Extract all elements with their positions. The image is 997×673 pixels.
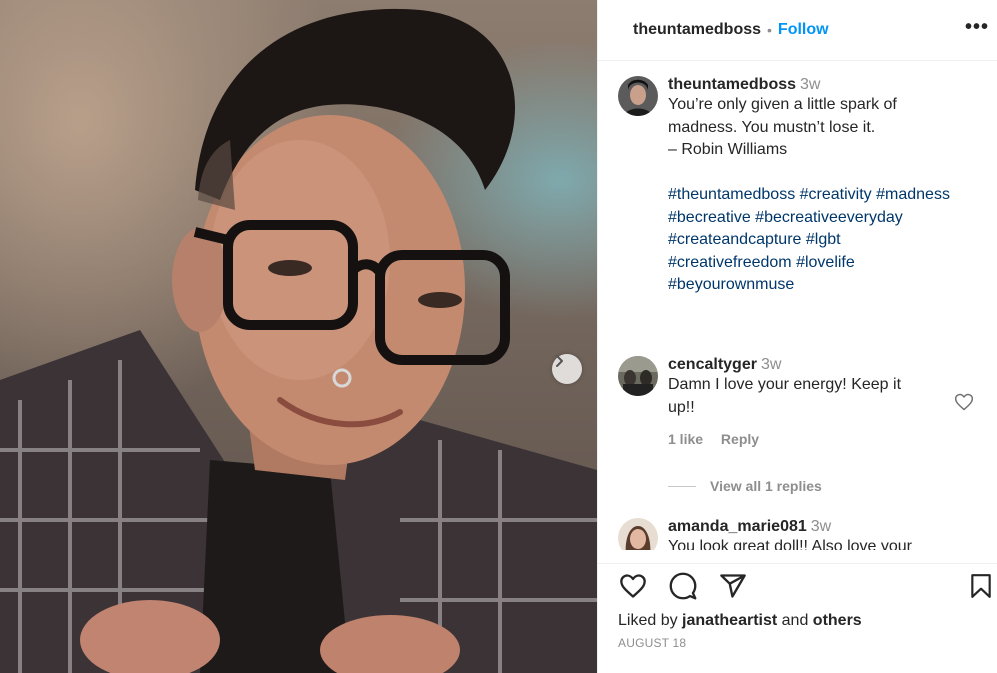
- caption-time: 3w: [800, 76, 821, 93]
- comment-author[interactable]: amanda_marie081: [668, 518, 807, 535]
- replies-divider: [668, 485, 696, 487]
- liked-by-others[interactable]: others: [813, 612, 862, 629]
- caption-line: madness. You mustn’t lose it.: [668, 118, 876, 136]
- comment-icon[interactable]: [669, 572, 697, 605]
- comment-like-heart-icon[interactable]: [954, 392, 974, 417]
- liked-by-and: and: [781, 612, 809, 629]
- action-bar: [598, 563, 997, 607]
- comment-text: Damn I love your energy! Keep it up!!: [668, 374, 938, 419]
- avatar[interactable]: [618, 518, 658, 550]
- avatar[interactable]: [618, 76, 658, 116]
- heart-icon[interactable]: [618, 572, 648, 605]
- liked-by: Liked by janatheartist and others: [618, 612, 862, 630]
- post-date[interactable]: AUGUST 18: [618, 636, 686, 650]
- view-replies-label: View all 1 replies: [710, 478, 822, 494]
- hashtag-line[interactable]: #becreative #becreativeeveryday: [668, 207, 988, 230]
- comment-line: You look great doll!! Also love your: [668, 538, 913, 550]
- hashtag-line[interactable]: #createandcapture #lgbt: [668, 229, 988, 252]
- more-options-icon[interactable]: •••: [965, 16, 989, 39]
- comment-line: up!!: [668, 398, 695, 416]
- bookmark-icon[interactable]: [968, 572, 994, 605]
- comment-line: Damn I love your energy! Keep it: [668, 376, 902, 393]
- comments-list[interactable]: theuntamedboss 3w You’re only given a lit…: [598, 62, 997, 550]
- carousel-next-button[interactable]: [552, 354, 582, 384]
- portrait-illustration: [0, 8, 597, 673]
- comment-time: 3w: [760, 356, 782, 373]
- author-username[interactable]: theuntamedboss: [633, 21, 761, 39]
- liked-by-user[interactable]: janatheartist: [682, 612, 777, 629]
- hashtag-line[interactable]: #creativefreedom #lovelife: [668, 252, 988, 275]
- comment-likes-count[interactable]: 1 like: [668, 431, 703, 447]
- comment-time: 3w: [810, 518, 832, 535]
- hashtag-line[interactable]: #theuntamedboss #creativity #madness: [668, 184, 988, 207]
- follow-button[interactable]: Follow: [778, 21, 829, 39]
- caption-text: You’re only given a little spark of madn…: [668, 94, 988, 297]
- hashtag-line[interactable]: #beyourownmuse: [668, 274, 988, 297]
- caption-author[interactable]: theuntamedboss: [668, 76, 796, 93]
- caption-line: – Robin Williams: [668, 141, 788, 158]
- caption-line: You’re only given a little spark of: [668, 96, 897, 113]
- liked-by-prefix: Liked by: [618, 612, 678, 629]
- caption: theuntamedboss 3w You’re only given a lit…: [668, 76, 988, 297]
- post-header: theuntamedboss • Follow •••: [598, 0, 997, 61]
- comment-text: You look great doll!! Also love your: [668, 536, 968, 550]
- post-details-panel: theuntamedboss • Follow ••• theuntamedbo…: [597, 0, 997, 673]
- comment-meta: 1 like Reply: [668, 431, 938, 447]
- comment-author[interactable]: cencaltyger: [668, 356, 757, 373]
- comment: amanda_marie081 3w You look great doll!! …: [668, 518, 968, 550]
- paper-plane-icon[interactable]: [719, 572, 747, 605]
- reply-button[interactable]: Reply: [721, 431, 759, 447]
- header-separator: •: [767, 22, 772, 38]
- comment: cencaltyger 3w Damn I love your energy! K…: [668, 356, 938, 447]
- avatar[interactable]: [618, 356, 658, 396]
- view-replies-button[interactable]: View all 1 replies: [668, 478, 822, 494]
- post-photo[interactable]: [0, 0, 597, 673]
